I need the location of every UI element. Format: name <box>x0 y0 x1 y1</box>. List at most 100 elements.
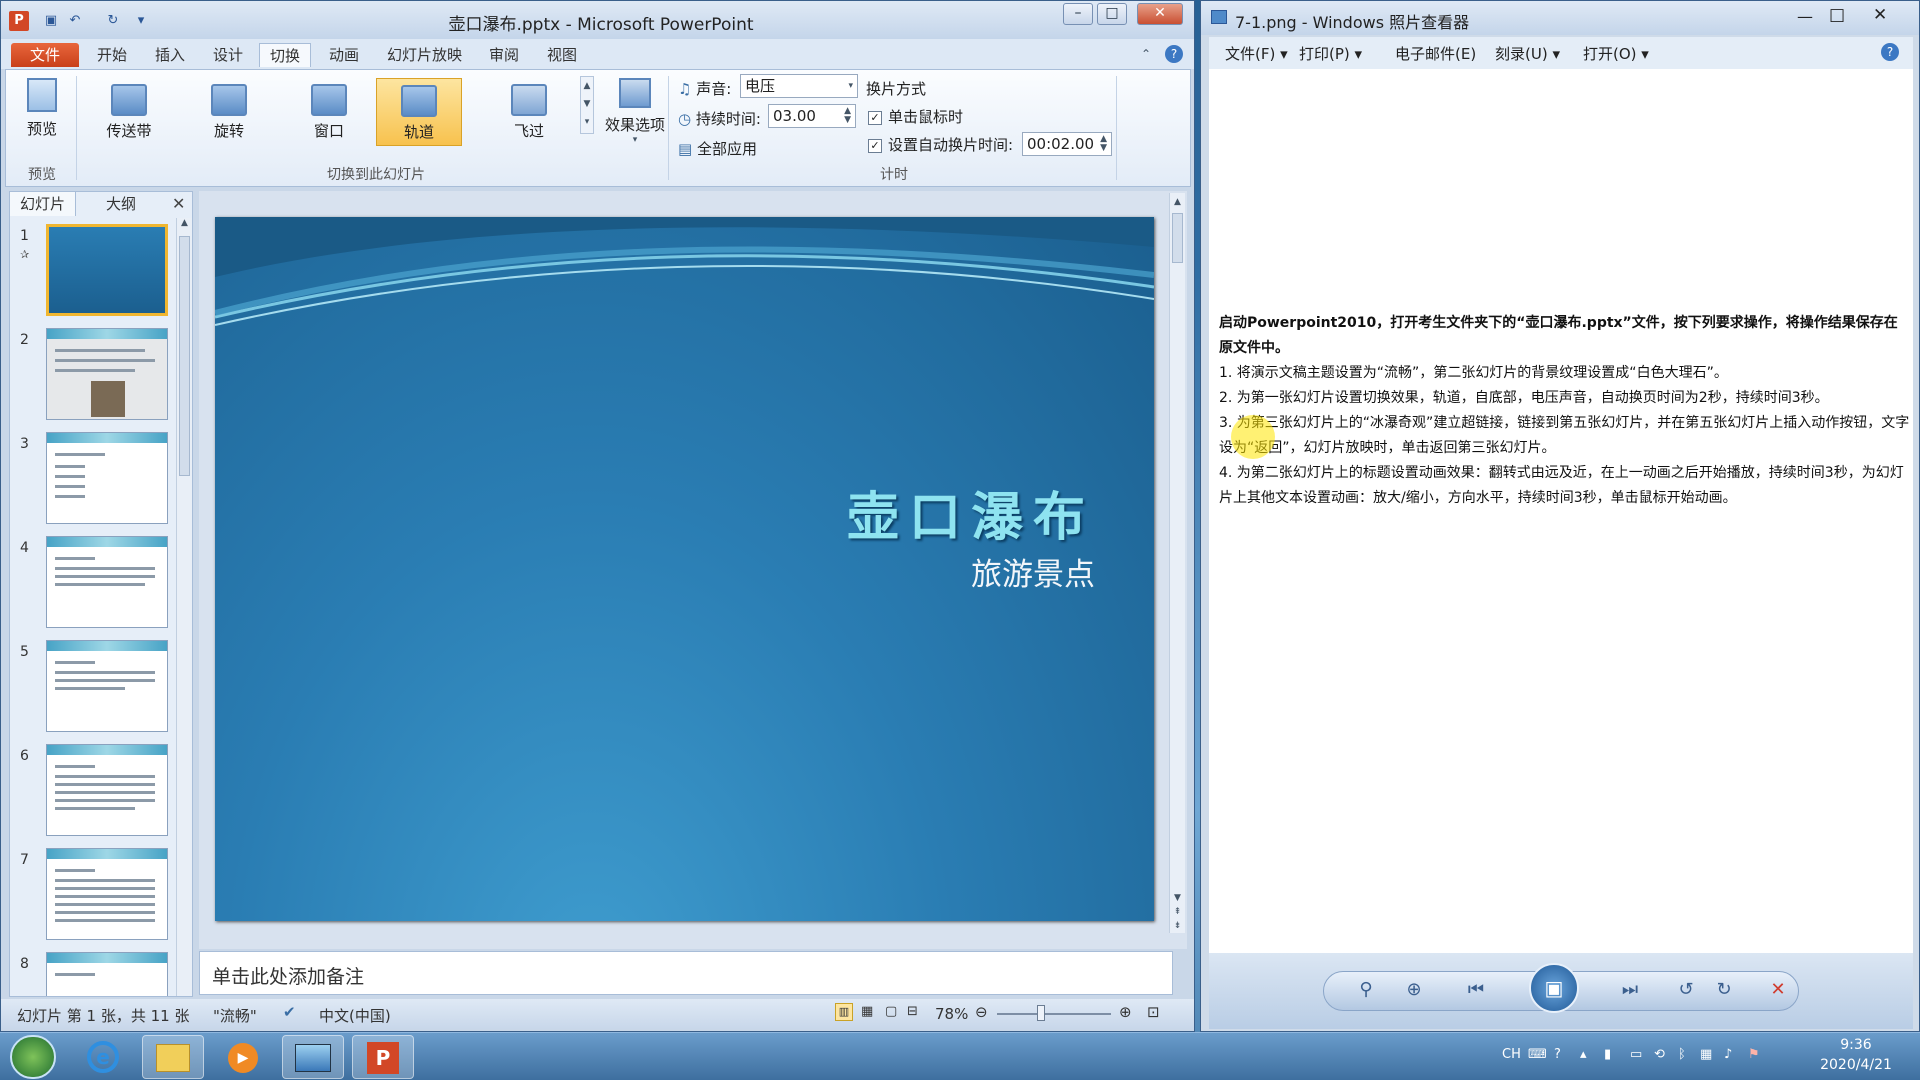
taskbar-ie-icon[interactable]: e <box>72 1035 134 1079</box>
keyboard-icon[interactable]: ⌨ <box>1528 1047 1547 1062</box>
slideshow-view-icon[interactable]: ⊟ <box>907 1004 918 1019</box>
rotate-left-icon[interactable]: ↺ <box>1671 975 1701 1005</box>
start-button[interactable] <box>10 1035 56 1079</box>
slide-title[interactable]: 壶口瀑布 <box>775 475 1095 550</box>
reading-view-icon[interactable]: ▢ <box>885 1004 897 1019</box>
thumbnail-scrollbar[interactable]: ▲ <box>176 218 192 996</box>
spinner-arrows-icon[interactable]: ▲ ▼ <box>1100 135 1107 153</box>
zoom-slider[interactable] <box>997 1013 1111 1015</box>
clock-time[interactable]: 9:36 <box>1816 1037 1896 1053</box>
actual-size-icon[interactable]: ⊕ <box>1399 975 1429 1005</box>
normal-view-icon[interactable]: ▥ <box>835 1003 853 1021</box>
spinner-arrows-icon[interactable]: ▲ ▼ <box>844 107 851 125</box>
checkbox-checked-icon[interactable]: ✓ <box>868 110 882 125</box>
monitor-icon[interactable]: ▭ <box>1630 1047 1642 1062</box>
thumbnail-slide-3[interactable]: 3 <box>14 432 174 532</box>
tab-transitions[interactable]: 切换 <box>259 43 312 67</box>
thumbnail-slide-8[interactable]: 8 <box>14 952 174 996</box>
zoom-out-icon[interactable]: ⊖ <box>975 1003 988 1021</box>
tab-slideshow[interactable]: 幻灯片放映 <box>377 43 472 67</box>
transition-rotate[interactable]: 旋转 <box>186 78 272 146</box>
language-indicator[interactable]: 中文(中国) <box>319 1005 391 1026</box>
scroll-up-icon[interactable]: ▲ <box>177 218 192 228</box>
effect-options-button[interactable]: 效果选项 ▾ <box>600 78 670 145</box>
photo-viewer-app-icon[interactable] <box>1211 10 1227 24</box>
close-pane-icon[interactable]: ✕ <box>172 194 185 213</box>
maximize-button[interactable]: □ <box>1097 3 1127 25</box>
customize-qat-icon[interactable]: ▾ <box>133 13 149 29</box>
scroll-thumb[interactable] <box>179 236 190 476</box>
taskbar-photo-viewer-icon[interactable] <box>282 1035 344 1079</box>
menu-print[interactable]: 打印(P) ▾ <box>1299 43 1362 64</box>
slide-subtitle[interactable]: 旅游景点 <box>775 549 1095 594</box>
slide-scrollbar[interactable]: ▲ ▼ ⇞ ⇟ <box>1169 193 1185 933</box>
powerpoint-app-icon[interactable]: P <box>9 11 29 31</box>
tab-insert[interactable]: 插入 <box>145 43 195 67</box>
tab-animations[interactable]: 动画 <box>319 43 369 67</box>
thumbnail-slide-2[interactable]: 2 <box>14 328 174 428</box>
save-icon[interactable]: ▣ <box>43 13 59 29</box>
thumbnail-slide-6[interactable]: 6 <box>14 744 174 844</box>
on-click-checkbox[interactable]: ✓ 单击鼠标时 <box>868 106 963 127</box>
thumbnail-slide-1[interactable]: 1 ✰ <box>14 224 174 324</box>
clock-date[interactable]: 2020/4/21 <box>1808 1057 1904 1073</box>
undo-icon[interactable]: ↶ <box>67 13 83 29</box>
help-icon[interactable]: ? <box>1165 45 1183 63</box>
zoom-slider-thumb[interactable] <box>1037 1005 1045 1021</box>
sound-select[interactable]: 电压 ▾ <box>740 74 858 98</box>
preview-button[interactable]: 预览 <box>14 78 70 139</box>
scroll-down-icons[interactable]: ▼ ⇞ ⇟ <box>1170 891 1185 933</box>
scroll-thumb[interactable] <box>1172 213 1183 263</box>
tab-design[interactable]: 设计 <box>203 43 253 67</box>
slide-sorter-icon[interactable]: ▦ <box>861 1004 873 1019</box>
help-tray-icon[interactable]: ? <box>1554 1047 1561 1062</box>
network-icon[interactable]: ▦ <box>1700 1047 1712 1062</box>
tab-home[interactable]: 开始 <box>87 43 137 67</box>
tab-review[interactable]: 审阅 <box>479 43 529 67</box>
zoom-level[interactable]: 78% <box>935 1005 968 1023</box>
minimize-ribbon-icon[interactable]: ⌃ <box>1141 47 1151 61</box>
action-center-icon[interactable]: ⚑ <box>1748 1047 1760 1062</box>
scroll-up-icon[interactable]: ▲ <box>1170 197 1185 207</box>
close-button[interactable]: ✕ <box>1137 3 1183 25</box>
menu-file[interactable]: 文件(F) ▾ <box>1225 43 1288 64</box>
taskbar-explorer-icon[interactable] <box>142 1035 204 1079</box>
zoom-in-icon[interactable]: ⊕ <box>1119 1003 1132 1021</box>
minimize-button[interactable]: — <box>1797 7 1813 26</box>
gallery-scroll[interactable]: ▲ ▼ ▾ <box>580 76 594 134</box>
language-bar[interactable]: CH <box>1502 1047 1521 1062</box>
sync-icon[interactable]: ⟲ <box>1654 1047 1665 1062</box>
tab-view[interactable]: 视图 <box>537 43 587 67</box>
redo-icon[interactable]: ↻ <box>105 13 121 29</box>
spellcheck-icon[interactable]: ✔ <box>283 1003 296 1021</box>
thumbnail-slide-4[interactable]: 4 <box>14 536 174 636</box>
delete-icon[interactable]: ✕ <box>1763 975 1793 1005</box>
volume-icon[interactable]: ♪ <box>1724 1047 1732 1062</box>
transition-orbit[interactable]: 轨道 <box>376 78 462 146</box>
transition-conveyor[interactable]: 传送带 <box>86 78 172 146</box>
close-button[interactable]: ✕ <box>1873 5 1887 25</box>
tab-slides[interactable]: 幻灯片 <box>10 192 77 216</box>
tab-outline[interactable]: 大纲 <box>96 192 146 216</box>
taskbar-media-player-icon[interactable]: ▶ <box>212 1035 274 1079</box>
slideshow-icon[interactable]: ▣ <box>1529 963 1579 1013</box>
transition-fly-through[interactable]: 飞过 <box>486 78 572 146</box>
current-slide[interactable]: 壶口瀑布 旅游景点 <box>215 217 1154 921</box>
help-icon[interactable]: ? <box>1881 43 1899 61</box>
menu-burn[interactable]: 刻录(U) ▾ <box>1495 43 1560 64</box>
maximize-button[interactable]: □ <box>1829 5 1845 25</box>
duration-spinner[interactable]: 03.00 ▲ ▼ <box>768 104 856 128</box>
taskbar-powerpoint-icon[interactable]: P <box>352 1035 414 1079</box>
bluetooth-icon[interactable]: ᛒ <box>1678 1047 1686 1062</box>
apply-all-button[interactable]: ▤ 全部应用 <box>678 138 757 159</box>
next-icon[interactable]: ⏭ <box>1615 975 1645 1005</box>
auto-time-spinner[interactable]: 00:02.00 ▲ ▼ <box>1022 132 1112 156</box>
rotate-right-icon[interactable]: ↻ <box>1709 975 1739 1005</box>
zoom-icon[interactable]: ⚲ <box>1351 975 1381 1005</box>
tab-file[interactable]: 文件 <box>11 43 79 67</box>
notes-pane[interactable]: 单击此处添加备注 <box>199 951 1173 995</box>
thumbnail-slide-7[interactable]: 7 <box>14 848 174 948</box>
checkbox-checked-icon[interactable]: ✓ <box>868 138 882 153</box>
transition-window[interactable]: 窗口 <box>286 78 372 146</box>
minimize-button[interactable]: – <box>1063 3 1093 25</box>
